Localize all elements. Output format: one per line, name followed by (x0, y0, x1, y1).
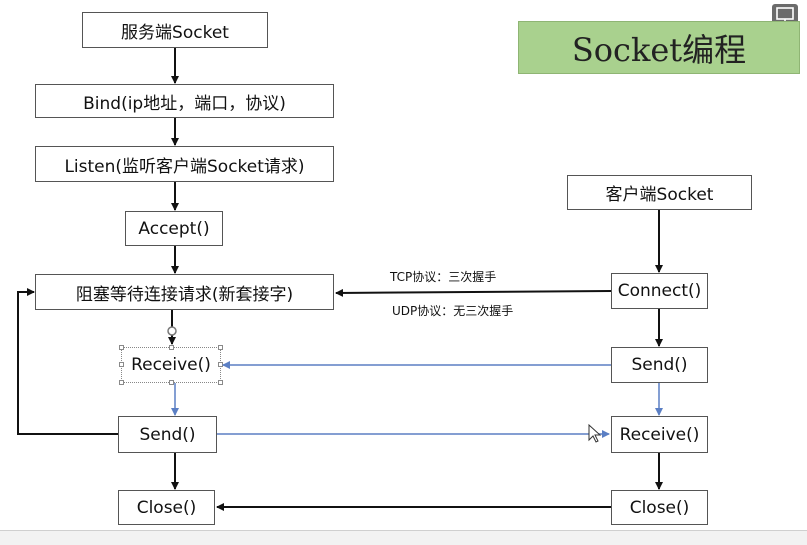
arrow-connect-to-wait (335, 288, 612, 297)
flow-arrows (17, 48, 663, 511)
arrow-loop-back (17, 288, 118, 435)
bottom-strip (0, 530, 807, 545)
mouse-cursor-icon (588, 423, 602, 443)
rotate-handle (167, 326, 177, 336)
slide: Socket编程 服务端Socket Bind(ip地址，端口，协议) List… (0, 0, 807, 530)
